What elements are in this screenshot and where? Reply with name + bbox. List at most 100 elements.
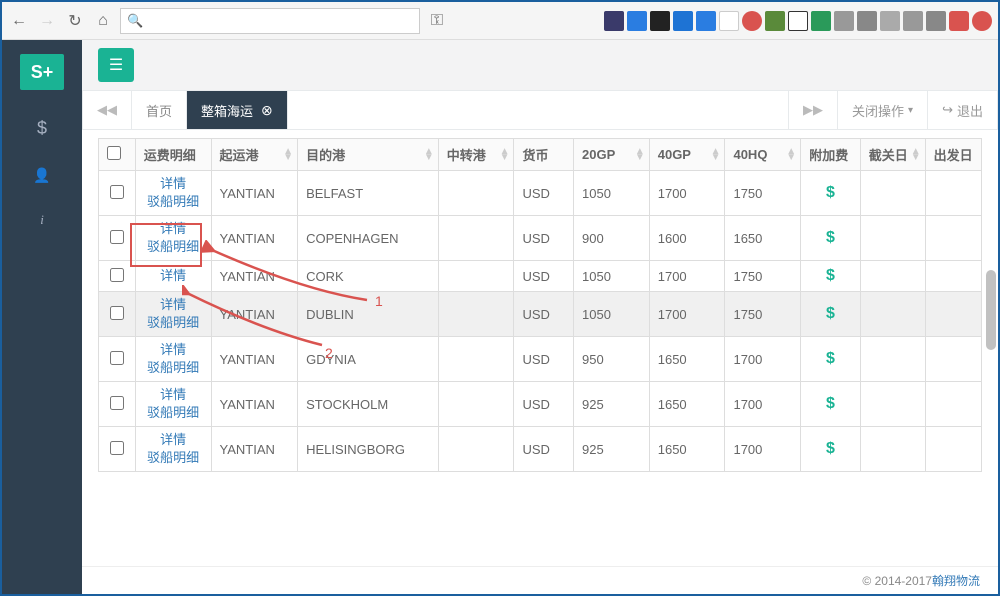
ext-icon[interactable] xyxy=(903,11,923,31)
header-destination[interactable]: 目的港▲▼ xyxy=(298,139,439,171)
select-all-checkbox[interactable] xyxy=(107,146,121,160)
barge-detail-link[interactable]: 驳船明细 xyxy=(140,359,207,377)
table-row[interactable]: 详情驳船明细 YANTIAN HELISINGBORG USD 925 1650… xyxy=(99,427,982,472)
cell-depart xyxy=(925,261,981,292)
ext-icon[interactable] xyxy=(650,11,670,31)
home-button[interactable]: ⌂ xyxy=(92,10,114,32)
detail-link[interactable]: 详情 xyxy=(140,386,207,404)
header-currency[interactable]: 货币 xyxy=(514,139,574,171)
adblock-icon[interactable] xyxy=(742,11,762,31)
row-checkbox[interactable] xyxy=(110,306,124,320)
cell-currency: USD xyxy=(514,382,574,427)
cell-origin: YANTIAN xyxy=(211,216,298,261)
surcharge-button[interactable]: $ xyxy=(801,171,861,216)
surcharge-button[interactable]: $ xyxy=(801,216,861,261)
header-checkbox[interactable] xyxy=(99,139,136,171)
row-checkbox[interactable] xyxy=(110,441,124,455)
tabs-scroll-right[interactable]: ▶▶ xyxy=(788,91,837,129)
table-row[interactable]: 详情驳船明细 YANTIAN STOCKHOLM USD 925 1650 17… xyxy=(99,382,982,427)
ext-icon[interactable] xyxy=(719,11,739,31)
cell-transit xyxy=(438,216,514,261)
ext-icon[interactable] xyxy=(834,11,854,31)
exit-button[interactable]: ↪ 退出 xyxy=(927,91,997,129)
detail-link[interactable]: 详情 xyxy=(140,220,207,238)
sidebar-item-user[interactable]: 👤 xyxy=(33,167,50,184)
row-checkbox[interactable] xyxy=(110,351,124,365)
surcharge-button[interactable]: $ xyxy=(801,261,861,292)
header-40hq[interactable]: 40HQ▲▼ xyxy=(725,139,801,171)
surcharge-button[interactable]: $ xyxy=(801,337,861,382)
table-row[interactable]: 详情驳船明细 YANTIAN BELFAST USD 1050 1700 175… xyxy=(99,171,982,216)
header-surcharge[interactable]: 附加费 xyxy=(801,139,861,171)
header-transit[interactable]: 中转港▲▼ xyxy=(438,139,514,171)
vertical-scrollbar[interactable] xyxy=(986,270,996,350)
header-detail[interactable]: 运费明细 xyxy=(135,139,211,171)
reload-button[interactable]: ↻ xyxy=(64,10,86,32)
header-40gp[interactable]: 40GP▲▼ xyxy=(649,139,725,171)
ext-icon[interactable] xyxy=(857,11,877,31)
cell-cutoff xyxy=(860,292,925,337)
table-row[interactable]: 详情 YANTIAN CORK USD 1050 1700 1750 $ xyxy=(99,261,982,292)
barge-detail-link[interactable]: 驳船明细 xyxy=(140,314,207,332)
detail-link[interactable]: 详情 xyxy=(140,431,207,449)
tab-ocean-freight[interactable]: 整箱海运 ⊗ xyxy=(187,91,288,129)
cell-40gp: 1650 xyxy=(649,382,725,427)
cell-cutoff xyxy=(860,337,925,382)
tabs-scroll-left[interactable]: ◀◀ xyxy=(83,91,132,129)
ext-icon[interactable] xyxy=(673,11,693,31)
row-checkbox[interactable] xyxy=(110,268,124,282)
sidebar-item-info[interactable]: i xyxy=(40,212,44,228)
row-checkbox[interactable] xyxy=(110,396,124,410)
detail-link[interactable]: 详情 xyxy=(140,267,207,285)
address-bar[interactable]: 🔍 xyxy=(120,8,420,34)
header-depart[interactable]: 出发日 xyxy=(925,139,981,171)
top-bar: ☰ xyxy=(82,40,998,90)
hamburger-button[interactable]: ☰ xyxy=(98,48,134,82)
ext-icon[interactable] xyxy=(811,11,831,31)
row-checkbox[interactable] xyxy=(110,185,124,199)
ext-icon[interactable] xyxy=(880,11,900,31)
ext-icon[interactable] xyxy=(627,11,647,31)
table-row[interactable]: 详情驳船明细 YANTIAN COPENHAGEN USD 900 1600 1… xyxy=(99,216,982,261)
ext-icon[interactable] xyxy=(972,11,992,31)
ext-icon[interactable] xyxy=(604,11,624,31)
tab-home[interactable]: 首页 xyxy=(132,91,187,129)
close-operations-dropdown[interactable]: 关闭操作 ▾ xyxy=(837,91,927,129)
barge-detail-link[interactable]: 驳船明细 xyxy=(140,449,207,467)
table-row[interactable]: 详情驳船明细 YANTIAN DUBLIN USD 1050 1700 1750… xyxy=(99,292,982,337)
freight-table: 运费明细 起运港▲▼ 目的港▲▼ 中转港▲▼ 货币 20GP▲▼ 40GP▲▼ … xyxy=(98,138,982,472)
sidebar-item-pricing[interactable]: $ xyxy=(37,118,47,139)
detail-link[interactable]: 详情 xyxy=(140,296,207,314)
barge-detail-link[interactable]: 驳船明细 xyxy=(140,404,207,422)
header-20gp[interactable]: 20GP▲▼ xyxy=(574,139,650,171)
row-checkbox[interactable] xyxy=(110,230,124,244)
barge-detail-link[interactable]: 驳船明细 xyxy=(140,238,207,256)
cell-40hq: 1750 xyxy=(725,171,801,216)
key-icon[interactable]: ⚿ xyxy=(426,10,448,32)
surcharge-button[interactable]: $ xyxy=(801,382,861,427)
surcharge-button[interactable]: $ xyxy=(801,427,861,472)
barge-detail-link[interactable]: 驳船明细 xyxy=(140,193,207,211)
close-icon[interactable]: ⊗ xyxy=(261,102,273,119)
header-cutoff[interactable]: 截关日▲▼ xyxy=(860,139,925,171)
back-button[interactable]: ← xyxy=(8,10,30,32)
cell-currency: USD xyxy=(514,292,574,337)
detail-link[interactable]: 详情 xyxy=(140,175,207,193)
main-content: ☰ ◀◀ 首页 整箱海运 ⊗ ▶▶ 关闭操作 ▾ ↪ 退出 xyxy=(82,40,998,594)
app-logo[interactable]: S+ xyxy=(20,54,64,90)
company-link[interactable]: 翰翔物流 xyxy=(932,572,980,589)
table-row[interactable]: 详情驳船明细 YANTIAN GDYNIA USD 950 1650 1700 … xyxy=(99,337,982,382)
ext-icon[interactable] xyxy=(788,11,808,31)
ext-icon[interactable] xyxy=(949,11,969,31)
surcharge-button[interactable]: $ xyxy=(801,292,861,337)
ext-icon[interactable] xyxy=(926,11,946,31)
cell-40gp: 1650 xyxy=(649,427,725,472)
ext-icon[interactable] xyxy=(765,11,785,31)
copyright-text: © 2014-2017 xyxy=(862,574,932,588)
header-origin[interactable]: 起运港▲▼ xyxy=(211,139,298,171)
forward-button[interactable]: → xyxy=(36,10,58,32)
cell-20gp: 1050 xyxy=(574,171,650,216)
ext-icon[interactable] xyxy=(696,11,716,31)
sort-icon: ▲▼ xyxy=(711,149,721,161)
detail-link[interactable]: 详情 xyxy=(140,341,207,359)
